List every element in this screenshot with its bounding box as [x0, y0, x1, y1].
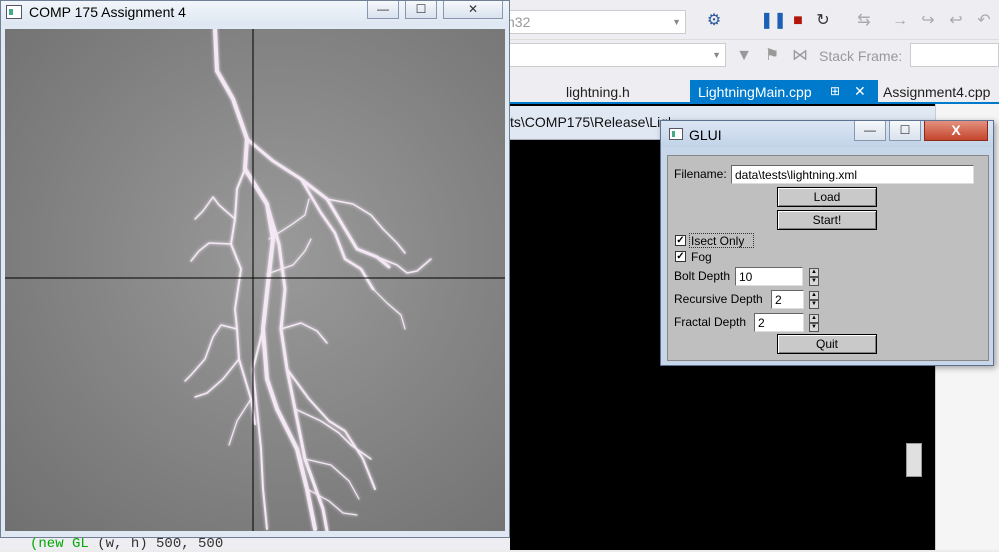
fog-label[interactable]: Fog: [691, 250, 712, 264]
step-out-icon[interactable]: ↩: [946, 11, 966, 31]
spin-up-icon[interactable]: ▲: [809, 268, 819, 277]
spin-down-icon[interactable]: ▼: [809, 323, 819, 332]
maximize-icon: ☐: [899, 123, 911, 137]
start-button[interactable]: Start!: [777, 210, 877, 230]
ide-debug-location-toolbar: ▼ ▼ ⚑ ⋈: [500, 40, 999, 72]
recursive-depth-label: Recursive Depth: [674, 292, 763, 306]
spin-up-icon[interactable]: ▲: [809, 291, 819, 300]
tab-lightning-h[interactable]: lightning.h: [558, 80, 638, 104]
close-icon: ✕: [467, 2, 479, 16]
minimize-button[interactable]: —: [854, 121, 886, 141]
glui-title: GLUI: [689, 127, 722, 143]
maximize-icon: ☐: [415, 2, 427, 16]
step-back-icon[interactable]: ↶: [974, 11, 994, 31]
process-icon[interactable]: ⚙: [704, 11, 724, 31]
app-icon: [669, 128, 683, 140]
isect-only-label[interactable]: Isect Only: [691, 234, 744, 248]
pin-icon[interactable]: ⊞: [830, 84, 840, 98]
fractal-depth-label: Fractal Depth: [674, 315, 747, 329]
solution-platform-combo[interactable]: n32 ▼: [500, 10, 686, 34]
show-next-statement-icon[interactable]: ⇆: [854, 11, 874, 31]
bolt-depth-spinner[interactable]: ▲ ▼: [809, 268, 819, 286]
tab-assignment4-cpp[interactable]: Assignment4.cpp: [875, 80, 998, 104]
document-tabs: lightning.h LightningMain.cpp ⊞ ✕ Assign…: [500, 80, 999, 104]
flag-filter-icon[interactable]: ⚑: [762, 46, 782, 66]
console-path: ts\COMP175\Release\Lightn: [510, 114, 670, 130]
minimize-icon: —: [864, 123, 876, 137]
render-canvas[interactable]: [5, 29, 505, 531]
close-button[interactable]: X: [924, 121, 988, 141]
tab-label: Assignment4.cpp: [883, 84, 991, 100]
close-icon[interactable]: ✕: [854, 83, 866, 100]
spin-up-icon[interactable]: ▲: [809, 314, 819, 323]
load-button[interactable]: Load: [777, 187, 877, 207]
gl-titlebar[interactable]: COMP 175 Assignment 4 — ☐ ✕: [1, 1, 509, 25]
minimize-button[interactable]: —: [367, 1, 399, 19]
recursive-depth-spinner[interactable]: ▲ ▼: [809, 291, 819, 309]
tab-lightningmain-cpp[interactable]: LightningMain.cpp ⊞ ✕: [690, 80, 878, 104]
step-over-icon[interactable]: →: [890, 11, 910, 31]
thread-combo[interactable]: ▼: [500, 43, 726, 67]
fractal-depth-input[interactable]: 2: [754, 313, 804, 332]
fog-checkbox[interactable]: ✓: [675, 251, 686, 262]
scrollbar-thumb[interactable]: [906, 443, 922, 477]
gl-window: COMP 175 Assignment 4 — ☐ ✕: [0, 0, 510, 538]
stack-frame-combo[interactable]: [910, 43, 999, 67]
tab-label: lightning.h: [566, 84, 630, 100]
lightning-render: [5, 29, 505, 531]
restart-icon[interactable]: ↻: [813, 11, 833, 31]
step-into-icon[interactable]: ↪: [918, 11, 938, 31]
tab-label: LightningMain.cpp: [698, 84, 812, 100]
isect-only-checkbox[interactable]: ✓: [675, 235, 686, 246]
gl-window-title: COMP 175 Assignment 4: [29, 4, 186, 20]
filename-label: Filename:: [674, 167, 727, 181]
app-icon: [6, 5, 22, 19]
ide-toolbar: n32 ▼ ⚙ ❚❚ ■ ↻ ⇆ → ↪ ↩ ↶: [500, 0, 999, 40]
bolt-depth-label: Bolt Depth: [674, 269, 731, 283]
recursive-depth-input[interactable]: 2: [771, 290, 804, 309]
glui-window: GLUI — ☐ X Filename: data\tests\lightnin…: [660, 120, 994, 366]
glui-panel: Filename: data\tests\lightning.xml Load …: [667, 155, 989, 361]
filename-input[interactable]: data\tests\lightning.xml: [731, 165, 974, 184]
bolt-depth-input[interactable]: 10: [735, 267, 803, 286]
filter-icon[interactable]: ▼: [734, 46, 754, 66]
toggle-flag-icon[interactable]: ⋈: [790, 46, 810, 66]
maximize-button[interactable]: ☐: [889, 121, 921, 141]
spin-down-icon[interactable]: ▼: [809, 277, 819, 286]
spin-down-icon[interactable]: ▼: [809, 300, 819, 309]
minimize-icon: —: [377, 2, 389, 16]
check-icon: ✓: [676, 251, 685, 262]
close-button[interactable]: ✕: [443, 1, 503, 19]
chevron-down-icon: ▼: [672, 17, 681, 27]
fractal-depth-spinner[interactable]: ▲ ▼: [809, 314, 819, 332]
maximize-button[interactable]: ☐: [405, 1, 437, 19]
glui-titlebar[interactable]: GLUI — ☐ X: [661, 121, 993, 147]
stack-frame-label: Stack Frame:: [819, 48, 903, 64]
solution-platform-value: n32: [507, 14, 531, 30]
chevron-down-icon: ▼: [712, 50, 721, 60]
pause-icon[interactable]: ❚❚: [760, 11, 787, 31]
lightning-bolt: [184, 29, 432, 531]
check-icon: ✓: [676, 235, 685, 246]
stop-icon[interactable]: ■: [788, 11, 808, 31]
close-icon: X: [951, 122, 961, 138]
quit-button[interactable]: Quit: [777, 334, 877, 354]
